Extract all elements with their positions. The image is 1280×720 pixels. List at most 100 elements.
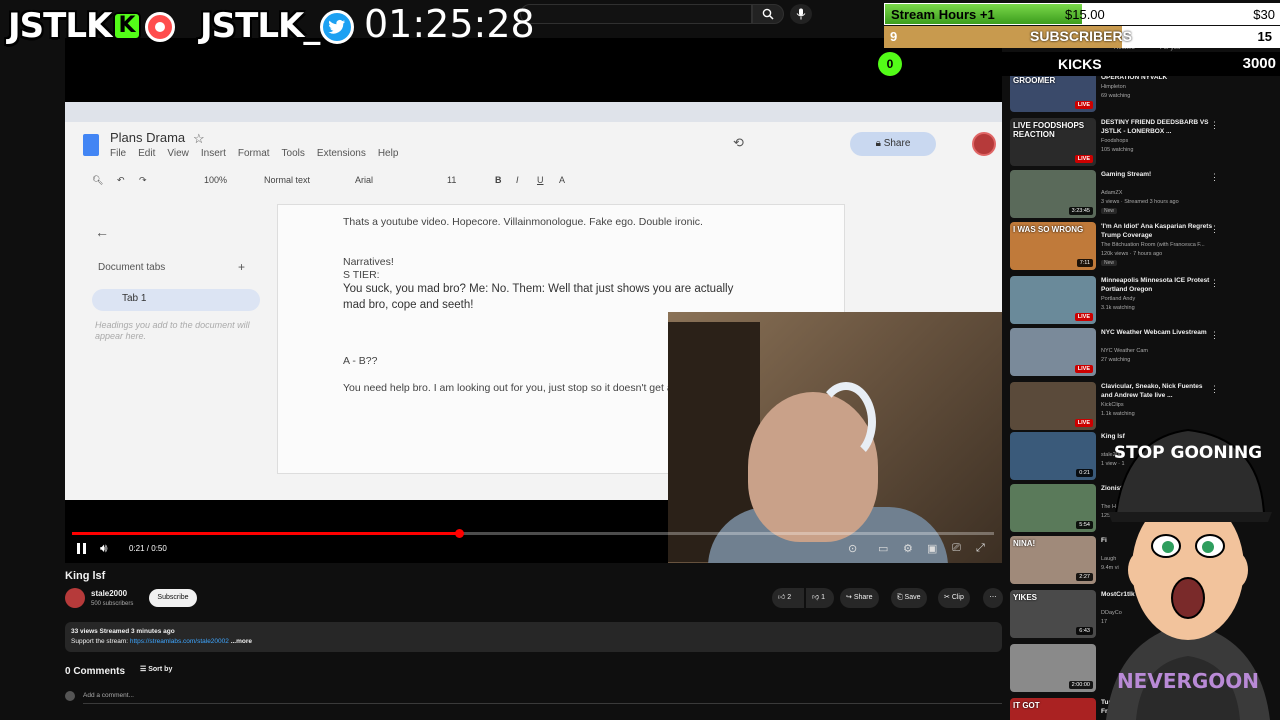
channel-name[interactable]: stale2000 <box>91 589 127 598</box>
more-options-icon[interactable]: ⋮ <box>1210 278 1219 289</box>
channel-name[interactable]: Himpleton <box>1101 83 1213 91</box>
subscriber-count: 500 subscribers <box>91 601 134 607</box>
doc-line: Narratives! <box>343 256 394 268</box>
more-options-icon[interactable]: ⋮ <box>1210 330 1219 341</box>
live-badge: LIVE <box>1074 313 1093 321</box>
search-menu-icon: 🔍︎ <box>92 175 104 185</box>
pause-button[interactable] <box>76 543 88 554</box>
more-options-icon[interactable]: ⋮ <box>1210 224 1219 235</box>
thumbnail-text: I WAS SO WRONG <box>1013 225 1084 234</box>
like-button[interactable]: 👍︎ 2 <box>772 588 804 608</box>
fullscreen-icon[interactable]: ⤢ <box>976 542 985 555</box>
stream-timer: 01:25:28 <box>364 2 535 46</box>
channel-name[interactable]: Foodshops <box>1101 137 1213 145</box>
doc-share-button: 🔒︎ Share <box>850 132 936 156</box>
goal-current: 9 <box>890 29 898 44</box>
font-value: Arial <box>355 175 374 185</box>
seek-handle[interactable] <box>455 529 464 538</box>
channel-name[interactable]: KickClips <box>1101 401 1213 409</box>
video-thumbnail[interactable]: I WAS SO WRONG 7:11 <box>1010 222 1096 270</box>
video-title[interactable]: Gaming Stream! <box>1101 171 1213 180</box>
sort-button[interactable]: ☰ Sort by <box>140 665 172 673</box>
lock-icon: 🔒︎ <box>875 138 884 149</box>
search-button[interactable] <box>752 4 784 24</box>
recommended-video[interactable]: 3:23:45 Gaming Stream! AdamZX 3 views · Str… <box>1010 170 1272 220</box>
video-title[interactable]: 'I'm An Idiot' Ana Kasparian Regrets Tru… <box>1101 223 1213 240</box>
search-input[interactable] <box>520 4 752 24</box>
support-link[interactable]: https://streamlabs.com/stale20002 <box>130 638 229 645</box>
video-thumbnail[interactable]: NINA! 2:27 <box>1010 536 1096 584</box>
doc-line: A - B?? <box>343 355 378 367</box>
video-thumbnail[interactable]: 5:54 <box>1010 484 1096 532</box>
video-thumbnail[interactable]: LIVE <box>1010 276 1096 324</box>
more-options-icon[interactable]: ⋮ <box>1210 172 1219 183</box>
kick-icon: K <box>113 12 141 40</box>
video-title[interactable]: Minneapolis Minnesota ICE Protest Portla… <box>1101 277 1213 294</box>
time-display: 0:21 / 0:50 <box>129 544 167 553</box>
description-box[interactable]: 33 views Streamed 3 minutes ago Support … <box>65 622 1002 652</box>
video-thumbnail[interactable]: LIVE <box>1010 382 1096 430</box>
video-thumbnail[interactable]: 0:21 <box>1010 432 1096 480</box>
video-thumbnail[interactable]: 3:23:45 <box>1010 170 1096 218</box>
video-thumbnail[interactable]: IT GOT <box>1010 698 1096 720</box>
duration-badge: 2:27 <box>1076 573 1093 581</box>
video-meta: 105 watching <box>1101 147 1134 153</box>
recommended-video[interactable]: LIVE Minneapolis Minnesota ICE Protest Po… <box>1010 276 1272 326</box>
more-link[interactable]: ...more <box>229 638 252 645</box>
menu-view: View <box>167 148 189 159</box>
dislike-button[interactable]: 👎︎ 1 <box>806 588 834 608</box>
video-thumbnail[interactable]: LIVE FOODSHOPS REACTION LIVE <box>1010 118 1096 166</box>
autoplay-toggle[interactable]: ⊙ <box>848 542 857 555</box>
add-comment-input[interactable]: Add a comment... <box>83 692 134 699</box>
goal-kicks: 0 KICKS 3000 <box>878 52 1280 76</box>
mascot-overlay: STOP GOONING NEVERGOON <box>1106 428 1272 720</box>
voice-search-button[interactable] <box>790 4 812 24</box>
channel-name[interactable]: The Bitchuation Room (with Francesca F..… <box>1101 241 1213 249</box>
recommended-video[interactable]: LIVE FOODSHOPS REACTION LIVE DESTINY FRIEN… <box>1010 118 1272 168</box>
menu-format: Format <box>237 148 270 159</box>
more-actions-button[interactable]: ⋯ <box>983 588 1003 608</box>
thumbs-down-icon: 👎︎ <box>812 594 822 601</box>
channel-name[interactable]: AdamZX <box>1101 189 1213 197</box>
goal-stream-hours: Stream Hours +1 $15.00 $30 <box>884 3 1280 25</box>
clip-button[interactable]: ✂ Clip <box>938 588 970 608</box>
share-icon: ↪ <box>846 594 854 601</box>
microphone-icon <box>796 8 806 20</box>
webcam-feed <box>668 312 1002 563</box>
mascot-cap-text: STOP GOONING <box>1114 443 1262 463</box>
recommended-video[interactable]: I WAS SO WRONG 7:11 'I'm An Idiot' Ana Kas… <box>1010 222 1272 272</box>
scissors-icon: ✂ <box>944 594 952 601</box>
save-button[interactable]: ⎗ Save <box>891 588 927 608</box>
volume-icon[interactable]: 🔊︎ <box>100 541 108 556</box>
recommended-video[interactable]: LIVE NYC Weather Webcam Livestream NYC Wea… <box>1010 328 1272 378</box>
video-title[interactable]: NYC Weather Webcam Livestream <box>1101 329 1213 338</box>
video-title[interactable]: Clavicular, Sneako, Nick Fuentes and And… <box>1101 383 1213 400</box>
zoom-value: 100% <box>204 175 228 185</box>
channel-avatar[interactable] <box>65 588 85 608</box>
doc-toolbar: 🔍︎ ↶ ↷ 100% Normal text Arial 11 B I U A <box>65 170 1002 192</box>
subtitles-icon[interactable]: ▭ <box>878 542 888 555</box>
more-options-icon[interactable]: ⋮ <box>1210 120 1219 131</box>
channel-name[interactable]: NYC Weather Cam <box>1101 347 1213 355</box>
star-icon: ☆ <box>193 131 205 146</box>
bookmark-icon: ⎗ <box>897 594 905 601</box>
share-button[interactable]: ↪ Share <box>840 588 879 608</box>
video-thumbnail[interactable]: LIVE <box>1010 328 1096 376</box>
miniplayer-icon[interactable]: ▣ <box>927 542 937 555</box>
video-meta: 27 watching <box>1101 357 1131 363</box>
new-badge: New <box>1101 260 1118 266</box>
subscribe-button[interactable]: Subscribe <box>149 589 197 607</box>
settings-icon[interactable]: ⚙ <box>903 542 913 555</box>
video-thumbnail[interactable]: YIKES 6:43 <box>1010 590 1096 638</box>
doc-share-label: Share <box>883 138 911 149</box>
save-label: Save <box>904 594 921 601</box>
thumbnail-text: IT GOT <box>1013 701 1040 710</box>
thumbnail-text: YIKES <box>1013 593 1038 602</box>
more-options-icon[interactable]: ⋮ <box>1210 384 1219 395</box>
cast-icon[interactable]: ⎚ <box>952 542 961 555</box>
channel-name[interactable]: Portland Andy <box>1101 295 1213 303</box>
video-meta: 1.1k watching <box>1101 411 1135 417</box>
seek-bar-played <box>72 532 459 535</box>
video-thumbnail[interactable]: 2:00:00 <box>1010 644 1096 692</box>
video-title[interactable]: DESTINY FRIEND DEEDSBARB VS JSTLK - LONE… <box>1101 119 1213 136</box>
